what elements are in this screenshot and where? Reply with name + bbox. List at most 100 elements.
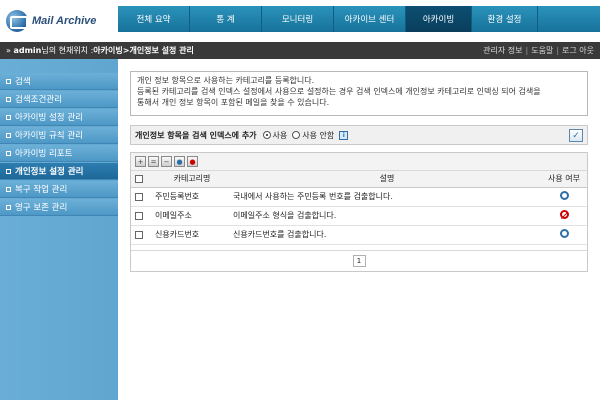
row-check-cell bbox=[131, 206, 147, 226]
row-usage-cell bbox=[541, 187, 587, 207]
select-all-cell bbox=[131, 171, 147, 188]
enabled-status-icon bbox=[559, 229, 569, 238]
tab-summary[interactable]: 전체 요약 bbox=[118, 6, 190, 32]
sidebar-item-archiving-report[interactable]: 아카이빙 리포트 bbox=[0, 145, 118, 162]
sidebar-item-label: 아카이빙 리포트 bbox=[15, 149, 73, 159]
header-usage[interactable]: 사용 여부 bbox=[541, 171, 587, 188]
disabled-status-icon bbox=[559, 210, 569, 219]
table-header-row: 카테고리명 설명 사용 여부 bbox=[131, 171, 587, 188]
edit-icon[interactable]: = bbox=[148, 156, 159, 167]
bullet-icon bbox=[6, 168, 11, 174]
bullet-icon bbox=[6, 204, 11, 210]
row-category[interactable]: 주민등록번호 bbox=[147, 187, 229, 207]
admin-info-link[interactable]: 관리자 정보 bbox=[483, 46, 522, 55]
tab-archive-center[interactable]: 아카이브 센터 bbox=[334, 6, 406, 32]
category-grid: + = − ● ● 카테고리명 설명 사용 여부 주민등록번호 국내에서 사용하… bbox=[130, 152, 588, 272]
row-usage-cell bbox=[541, 225, 587, 245]
help-link[interactable]: 도움말 bbox=[531, 46, 553, 55]
header-category[interactable]: 카테고리명 bbox=[147, 171, 229, 188]
tab-statistics[interactable]: 통 계 bbox=[190, 6, 262, 32]
sidebar-item-archiving-rules[interactable]: 아카이빙 규칙 관리 bbox=[0, 127, 118, 144]
tab-settings[interactable]: 환경 설정 bbox=[472, 6, 538, 32]
sidebar-item-recovery-jobs[interactable]: 복구 작업 관리 bbox=[0, 181, 118, 198]
index-option-bar: 개인정보 항목을 검색 인덱스에 추가 사용 사용 안함 i ✓ bbox=[130, 125, 588, 145]
logo[interactable]: Mail Archive bbox=[6, 8, 118, 34]
sidebar-item-label: 영구 보존 관리 bbox=[15, 203, 68, 213]
row-checkbox[interactable] bbox=[135, 192, 143, 201]
table-row[interactable]: 주민등록번호 국내에서 사용하는 주민등록 번호를 검출합니다. bbox=[131, 187, 587, 207]
top-links: 관리자 정보 | 도움말 | 로그 아웃 bbox=[483, 45, 594, 56]
page-number[interactable]: 1 bbox=[352, 255, 366, 267]
enabled-status-icon bbox=[559, 191, 569, 200]
main-content: 개인 정보 항목으로 사용하는 카테고리를 등록합니다. 등록된 카테고리를 검… bbox=[118, 59, 600, 400]
radio-use[interactable]: 사용 bbox=[262, 130, 288, 141]
select-all-checkbox[interactable] bbox=[135, 174, 143, 183]
row-check-cell bbox=[131, 187, 147, 207]
table-row[interactable]: 이메일주소 이메일주소 형식을 검출합니다. bbox=[131, 206, 587, 226]
row-checkbox[interactable] bbox=[135, 230, 143, 239]
bullet-icon bbox=[6, 114, 11, 120]
sidebar: 검색 검색조건관리 아카이빙 설정 관리 아카이빙 규칙 관리 아카이빙 리포트… bbox=[0, 59, 118, 400]
table-row[interactable]: 신용카드번호 신용카드번호를 검출합니다. bbox=[131, 225, 587, 245]
row-checkbox[interactable] bbox=[135, 211, 143, 220]
sidebar-item-label: 검색 bbox=[15, 77, 31, 87]
sidebar-item-label: 복구 작업 관리 bbox=[15, 185, 68, 195]
bullet-icon bbox=[6, 132, 11, 138]
radio-no-use-icon[interactable] bbox=[292, 131, 301, 139]
pagination: 1 bbox=[131, 250, 587, 271]
sidebar-item-archiving-settings[interactable]: 아카이빙 설정 관리 bbox=[0, 109, 118, 126]
tab-monitoring[interactable]: 모니터링 bbox=[262, 6, 334, 32]
sidebar-item-label: 개인정보 설정 관리 bbox=[15, 167, 84, 177]
enable-icon[interactable]: ● bbox=[174, 156, 185, 167]
radio-use-icon[interactable] bbox=[262, 131, 271, 139]
breadcrumb-arrow-icon: » bbox=[6, 46, 14, 55]
nav-filler bbox=[538, 6, 600, 32]
row-category[interactable]: 신용카드번호 bbox=[147, 225, 229, 245]
row-category[interactable]: 이메일주소 bbox=[147, 206, 229, 226]
confirm-button[interactable]: ✓ bbox=[569, 129, 583, 142]
description-line: 통해서 개인 정보 항목이 포함된 메일을 찾을 수 있습니다. bbox=[137, 98, 330, 107]
sidebar-item-privacy-settings[interactable]: 개인정보 설정 관리 bbox=[0, 163, 118, 180]
header: Mail Archive 전체 요약 통 계 모니터링 아카이브 센터 아카이빙… bbox=[0, 0, 600, 42]
add-icon[interactable]: + bbox=[135, 156, 146, 167]
breadcrumb: » admin 님의 현재위치 : 아카이빙 > 개인정보 설정 관리 관리자 … bbox=[0, 42, 600, 59]
header-description[interactable]: 설명 bbox=[229, 171, 541, 188]
grid-toolbar: + = − ● ● bbox=[131, 153, 587, 171]
mail-archive-logo-icon bbox=[6, 10, 28, 32]
radio-no-use[interactable]: 사용 안함 bbox=[292, 130, 334, 141]
disable-icon[interactable]: ● bbox=[187, 156, 198, 167]
row-usage-cell bbox=[541, 206, 587, 226]
breadcrumb-user: admin bbox=[13, 46, 42, 55]
top-navigation: 전체 요약 통 계 모니터링 아카이브 센터 아카이빙 환경 설정 bbox=[118, 6, 600, 32]
link-divider: | bbox=[556, 46, 560, 55]
index-option-label: 개인정보 항목을 검색 인덱스에 추가 bbox=[135, 130, 257, 140]
link-divider: | bbox=[525, 46, 529, 55]
breadcrumb-path-current: 개인정보 설정 관리 bbox=[129, 46, 194, 55]
breadcrumb-suffix: 님의 현재위치 : bbox=[41, 46, 94, 55]
description-line: 개인 정보 항목으로 사용하는 카테고리를 등록합니다. bbox=[137, 76, 315, 85]
row-description: 신용카드번호를 검출합니다. bbox=[229, 225, 541, 245]
row-check-cell bbox=[131, 225, 147, 245]
sidebar-item-label: 아카이빙 규칙 관리 bbox=[15, 131, 83, 141]
row-description: 국내에서 사용하는 주민등록 번호를 검출합니다. bbox=[229, 187, 541, 207]
sidebar-item-search[interactable]: 검색 bbox=[0, 73, 118, 90]
logout-link[interactable]: 로그 아웃 bbox=[562, 46, 594, 55]
row-description: 이메일주소 형식을 검출합니다. bbox=[229, 206, 541, 226]
bullet-icon bbox=[6, 96, 11, 102]
logo-text: Mail Archive bbox=[32, 15, 97, 27]
radio-use-label: 사용 bbox=[272, 130, 288, 140]
sidebar-item-search-conditions[interactable]: 검색조건관리 bbox=[0, 91, 118, 108]
radio-no-use-label: 사용 안함 bbox=[302, 130, 335, 140]
sidebar-item-permanent-retention[interactable]: 영구 보존 관리 bbox=[0, 199, 118, 216]
breadcrumb-path-archiving: 아카이빙 bbox=[93, 46, 123, 55]
description-box: 개인 정보 항목으로 사용하는 카테고리를 등록합니다. 등록된 카테고리를 검… bbox=[130, 71, 588, 116]
info-icon[interactable]: i bbox=[339, 130, 349, 140]
breadcrumb-separator: > bbox=[122, 46, 130, 55]
description-line: 등록된 카테고리를 검색 인덱스 설정에서 사용으로 설정하는 경우 검색 인덱… bbox=[137, 87, 541, 96]
sidebar-item-label: 아카이빙 설정 관리 bbox=[15, 113, 83, 123]
bullet-icon bbox=[6, 78, 11, 84]
delete-icon[interactable]: − bbox=[161, 156, 172, 167]
bullet-icon bbox=[6, 186, 11, 192]
bullet-icon bbox=[6, 150, 11, 156]
tab-archiving[interactable]: 아카이빙 bbox=[406, 6, 472, 32]
